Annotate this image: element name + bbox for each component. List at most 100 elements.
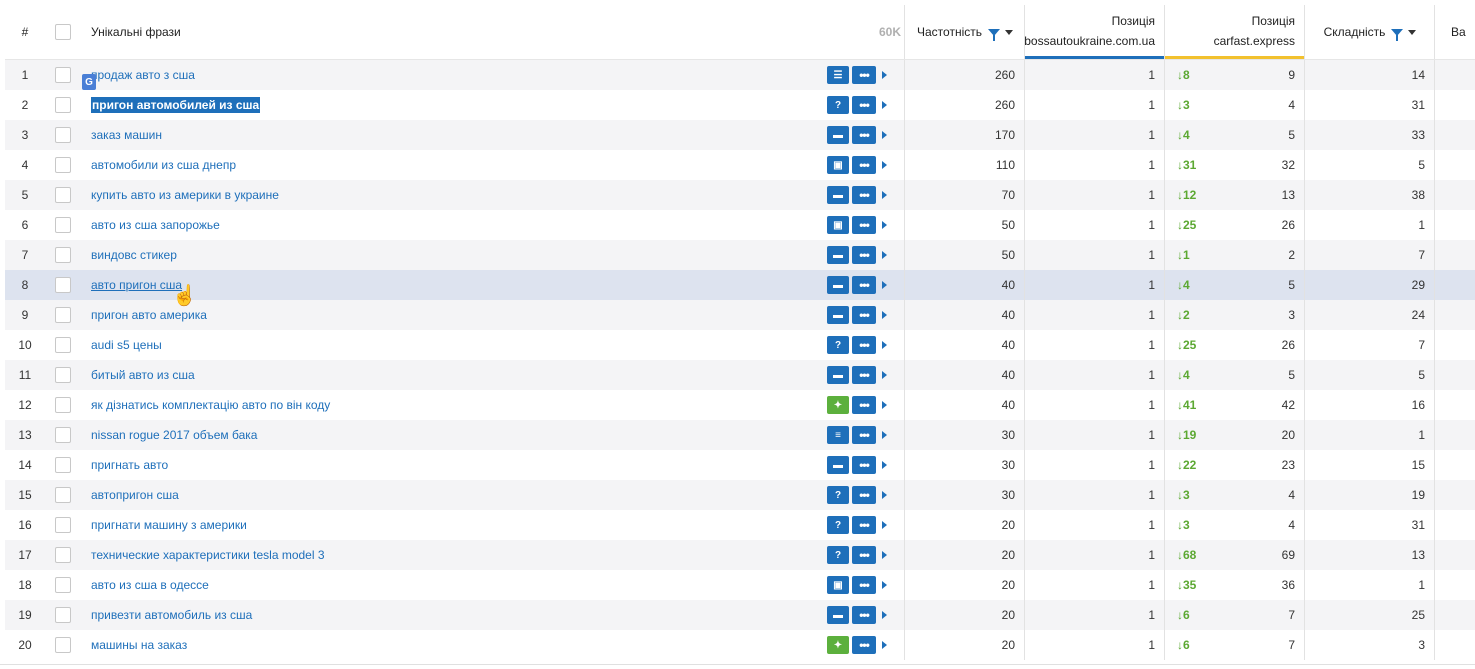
more-icon[interactable]: ••• (852, 576, 876, 594)
more-icon[interactable]: ••• (852, 156, 876, 174)
expand-arrow-icon[interactable] (882, 281, 887, 289)
row-checkbox[interactable] (45, 450, 80, 480)
phrase-link[interactable]: автопригон сша (91, 488, 179, 502)
phrase-link[interactable]: пригон автомобилей из сша (91, 97, 261, 113)
row-checkbox[interactable] (45, 600, 80, 630)
phrase-link[interactable]: авто из сша в одессе (91, 578, 209, 592)
table-row[interactable]: 11 битый авто из сша ▬ ••• 40 1 ↓4 5 5 (5, 360, 1475, 390)
more-icon[interactable]: ••• (852, 606, 876, 624)
phrase-link[interactable]: nissan rogue 2017 объем бака (91, 428, 257, 442)
question-icon[interactable]: ? (827, 96, 849, 114)
expand-arrow-icon[interactable] (882, 611, 887, 619)
phrase-link[interactable]: як дізнатись комплектацію авто по він ко… (91, 398, 330, 412)
row-checkbox[interactable] (45, 630, 80, 660)
more-icon[interactable]: ••• (852, 306, 876, 324)
row-checkbox[interactable] (45, 480, 80, 510)
expand-arrow-icon[interactable] (882, 581, 887, 589)
row-checkbox[interactable] (45, 240, 80, 270)
chat-icon[interactable]: ▬ (827, 306, 849, 324)
table-row[interactable]: 14 пригнать авто ▬ ••• 30 1 ↓22 23 15 (5, 450, 1475, 480)
sort-caret-icon[interactable] (1408, 29, 1417, 35)
phrase-link[interactable]: авто пригон сша (91, 278, 182, 292)
row-checkbox[interactable] (45, 510, 80, 540)
question-icon[interactable]: ? (827, 516, 849, 534)
more-icon[interactable]: ••• (852, 486, 876, 504)
more-icon[interactable]: ••• (852, 636, 876, 654)
phrase-link[interactable]: заказ машин (91, 128, 162, 142)
expand-arrow-icon[interactable] (882, 341, 887, 349)
expand-arrow-icon[interactable] (882, 521, 887, 529)
table-row[interactable]: 18 авто из сша в одессе ▣ ••• 20 1 ↓35 3… (5, 570, 1475, 600)
chat-icon[interactable]: ▬ (827, 456, 849, 474)
more-icon[interactable]: ••• (852, 336, 876, 354)
expand-arrow-icon[interactable] (882, 71, 887, 79)
more-icon[interactable]: ••• (852, 216, 876, 234)
table-row[interactable]: 7 виндовс стикер ▬ ••• 50 1 ↓1 2 7 (5, 240, 1475, 270)
phrase-link[interactable]: авто из сша запорожье (91, 218, 220, 232)
more-icon[interactable]: ••• (852, 366, 876, 384)
phrase-link[interactable]: виндовс стикер (91, 248, 177, 262)
table-row[interactable]: 20 машины на заказ ✦ ••• 20 1 ↓6 7 3 (5, 630, 1475, 660)
table-row[interactable]: 16 пригнати машину з америки ? ••• 20 1 … (5, 510, 1475, 540)
header-frequency[interactable]: Частотність (905, 5, 1025, 59)
row-checkbox[interactable] (45, 210, 80, 240)
row-checkbox[interactable] (45, 570, 80, 600)
phrase-link[interactable]: машины на заказ (91, 638, 187, 652)
phrase-link[interactable]: пригнати машину з америки (91, 518, 247, 532)
row-checkbox[interactable] (45, 120, 80, 150)
table-row[interactable]: 4 автомобили из сша днепр ▣ ••• 110 1 ↓3… (5, 150, 1475, 180)
chat-icon[interactable]: ▬ (827, 606, 849, 624)
row-checkbox[interactable] (45, 180, 80, 210)
table-row[interactable]: 17 технические характеристики tesla mode… (5, 540, 1475, 570)
google-translate-icon[interactable]: G (82, 74, 96, 90)
more-icon[interactable]: ••• (852, 426, 876, 444)
expand-arrow-icon[interactable] (882, 491, 887, 499)
question-icon[interactable]: ? (827, 486, 849, 504)
more-icon[interactable]: ••• (852, 126, 876, 144)
expand-arrow-icon[interactable] (882, 641, 887, 649)
table-row[interactable]: 3 заказ машин ▬ ••• 170 1 ↓4 5 33 (5, 120, 1475, 150)
expand-arrow-icon[interactable] (882, 431, 887, 439)
table-row[interactable]: 6 авто из сша запорожье ▣ ••• 50 1 ↓25 2… (5, 210, 1475, 240)
table-row[interactable]: 10 audi s5 цены ? ••• 40 1 ↓25 26 7 (5, 330, 1475, 360)
expand-arrow-icon[interactable] (882, 251, 887, 259)
table-row[interactable]: 8 авто пригон сша ▬ ••• 40 1 ↓4 5 29 (5, 270, 1475, 300)
row-checkbox[interactable] (45, 300, 80, 330)
header-position-2[interactable]: Позиція carfast.express (1165, 5, 1305, 59)
phrase-link[interactable]: битый авто из сша (91, 368, 195, 382)
more-icon[interactable]: ••• (852, 456, 876, 474)
sort-caret-icon[interactable] (1004, 29, 1013, 35)
row-checkbox[interactable] (45, 360, 80, 390)
more-icon[interactable]: ••• (852, 186, 876, 204)
chat-icon[interactable]: ▬ (827, 246, 849, 264)
sparkle-icon[interactable]: ✦ (827, 636, 849, 654)
chat-icon[interactable]: ▬ (827, 276, 849, 294)
table-row[interactable]: 9 пригон авто америка ▬ ••• 40 1 ↓2 3 24 (5, 300, 1475, 330)
expand-arrow-icon[interactable] (882, 161, 887, 169)
expand-arrow-icon[interactable] (882, 401, 887, 409)
more-icon[interactable]: ••• (852, 246, 876, 264)
expand-arrow-icon[interactable] (882, 221, 887, 229)
table-row[interactable]: 5 купить авто из америки в украине ▬ •••… (5, 180, 1475, 210)
text-lines-icon[interactable]: ≡ (827, 426, 849, 444)
phrase-link[interactable]: audi s5 цены (91, 338, 162, 352)
question-icon[interactable]: ? (827, 546, 849, 564)
phrase-link[interactable]: пригон авто америка (91, 308, 207, 322)
row-checkbox[interactable] (45, 420, 80, 450)
sparkle-icon[interactable]: ✦ (827, 396, 849, 414)
store-icon[interactable]: ▣ (827, 576, 849, 594)
row-checkbox[interactable] (45, 270, 80, 300)
store-icon[interactable]: ▣ (827, 216, 849, 234)
list-icon[interactable]: ☰ (827, 66, 849, 84)
expand-arrow-icon[interactable] (882, 101, 887, 109)
phrase-link[interactable]: автомобили из сша днепр (91, 158, 236, 172)
table-row[interactable]: 2 пригон автомобилей из сша ? ••• 260 1 … (5, 90, 1475, 120)
chat-icon[interactable]: ▬ (827, 366, 849, 384)
expand-arrow-icon[interactable] (882, 551, 887, 559)
filter-icon[interactable] (1391, 28, 1404, 41)
row-checkbox[interactable] (45, 540, 80, 570)
expand-arrow-icon[interactable] (882, 131, 887, 139)
row-checkbox[interactable] (45, 90, 80, 120)
table-row[interactable]: 1 продаж авто з сша ☰ ••• 260 1 ↓8 9 14 (5, 60, 1475, 90)
expand-arrow-icon[interactable] (882, 461, 887, 469)
